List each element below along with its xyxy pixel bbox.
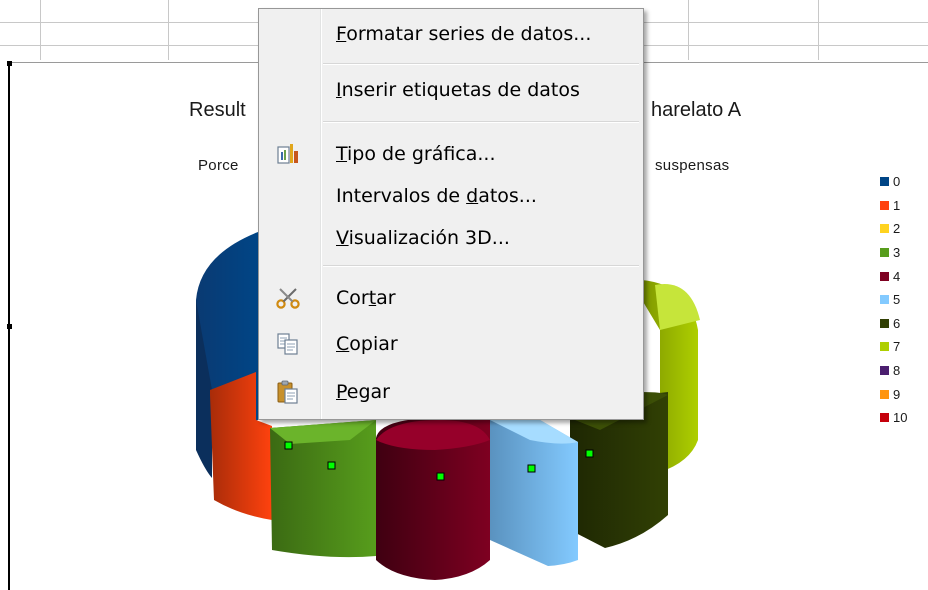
pie-slice-3[interactable] <box>270 420 376 558</box>
legend-swatch <box>880 342 889 352</box>
pie-slice-5[interactable] <box>490 420 578 566</box>
legend-label: 5 <box>893 292 901 308</box>
legend-label: 9 <box>893 386 901 402</box>
legend-swatch <box>880 224 889 234</box>
menu-item-3d-view[interactable]: Visualización 3D... <box>259 219 643 259</box>
menu-item-insert-data-labels[interactable]: Inserir etiquetas de datos <box>259 71 643 111</box>
legend-item-7[interactable]: 7 <box>880 335 907 359</box>
legend-label: 8 <box>893 363 901 379</box>
legend-item-6[interactable]: 6 <box>880 312 907 336</box>
legend-swatch <box>880 318 889 328</box>
legend-item-8[interactable]: 8 <box>880 359 907 383</box>
menu-separator <box>323 266 639 267</box>
menu-separator <box>323 122 639 123</box>
legend-swatch <box>880 200 889 210</box>
menu-item-label: Pegar <box>336 381 390 403</box>
legend-item-1[interactable]: 1 <box>880 194 907 218</box>
menu-item-data-ranges[interactable]: Intervalos de datos... <box>259 177 643 217</box>
menu-item-label: Tipo de gráfica... <box>336 143 496 165</box>
menu-item-label: Cortar <box>336 287 396 309</box>
legend-swatch <box>880 295 889 305</box>
selection-handle[interactable] <box>527 464 536 473</box>
legend-swatch <box>880 389 889 399</box>
legend-swatch <box>880 413 889 423</box>
menu-item-label: Inserir etiquetas de datos <box>336 79 580 101</box>
legend-swatch <box>880 271 889 281</box>
legend-item-3[interactable]: 3 <box>880 241 907 265</box>
legend-item-2[interactable]: 2 <box>880 217 907 241</box>
legend-item-0[interactable]: 0 <box>880 170 907 194</box>
legend-item-4[interactable]: 4 <box>880 264 907 288</box>
menu-separator <box>323 64 639 65</box>
chart-legend[interactable]: 0 1 2 3 4 5 6 7 8 9 10 <box>880 170 907 430</box>
legend-swatch <box>880 177 889 187</box>
legend-label: 1 <box>893 197 901 213</box>
menu-item-cut[interactable]: Cortar <box>259 279 643 319</box>
legend-label: 4 <box>893 268 901 284</box>
menu-item-label: Intervalos de datos... <box>336 185 537 207</box>
chart-type-icon <box>277 144 298 164</box>
menu-item-label: Visualización 3D... <box>336 227 510 249</box>
menu-item-copy[interactable]: Copiar <box>259 325 643 365</box>
legend-item-9[interactable]: 9 <box>880 382 907 406</box>
copy-icon <box>277 333 298 355</box>
legend-swatch <box>880 248 889 258</box>
menu-item-label: Copiar <box>336 333 398 355</box>
selection-handle[interactable] <box>436 472 445 481</box>
legend-label: 0 <box>893 174 901 190</box>
menu-item-chart-type[interactable]: Tipo de gráfica... <box>259 135 643 175</box>
selection-handle[interactable] <box>284 441 293 450</box>
selection-handle[interactable] <box>327 461 336 470</box>
menu-item-label: Formatar series de datos... <box>336 23 592 45</box>
legend-label: 7 <box>893 339 901 355</box>
legend-item-10[interactable]: 10 <box>880 406 907 430</box>
legend-label: 3 <box>893 245 901 261</box>
pie-slice-4[interactable] <box>376 418 490 580</box>
legend-label: 10 <box>893 410 908 426</box>
selection-handle[interactable] <box>585 449 594 458</box>
legend-label: 2 <box>893 221 901 237</box>
scissors-icon <box>276 288 300 309</box>
menu-item-format-data-series[interactable]: Formatar series de datos... <box>259 15 643 55</box>
legend-swatch <box>880 366 889 376</box>
menu-item-paste[interactable]: Pegar <box>259 373 643 413</box>
context-menu[interactable]: Formatar series de datos... Inserir etiq… <box>258 8 644 420</box>
paste-icon <box>277 380 298 404</box>
legend-item-5[interactable]: 5 <box>880 288 907 312</box>
legend-label: 6 <box>893 315 901 331</box>
